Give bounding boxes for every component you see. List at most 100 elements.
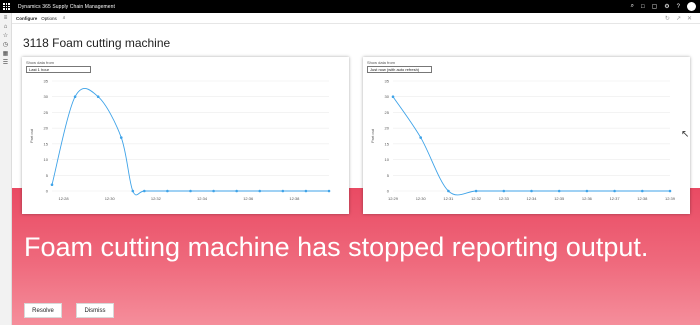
y-tick-label: 20 [385,126,390,131]
y-tick-label: 25 [44,110,49,115]
y-tick-label: 25 [385,110,390,115]
resolve-button[interactable]: Resolve [24,303,62,318]
dismiss-button[interactable]: Dismiss [76,303,114,318]
time-range-select[interactable]: Last 1 hour [26,66,91,73]
data-point [304,189,308,193]
data-point [419,136,422,139]
data-point [613,189,616,193]
x-tick-label: 12:35 [554,196,565,201]
x-tick-label: 12:32 [151,196,162,201]
y-tick-label: 35 [385,79,390,84]
x-tick-label: 12:31 [443,196,454,201]
y-tick-label: 30 [385,94,390,99]
data-point [641,189,644,193]
y-tick-label: 15 [44,141,49,146]
data-point [131,189,135,193]
data-point [166,189,169,193]
command-bar: Configure Options ⌕ [12,13,700,24]
x-tick-label: 12:38 [289,196,300,201]
y-axis-label: Part out [29,128,34,143]
workspaces-icon[interactable]: ▦ [0,49,11,58]
chat-icon[interactable]: ▢ [652,3,658,10]
data-point [391,95,395,99]
modules-icon[interactable]: ☰ [0,58,11,67]
data-point [447,189,450,193]
data-point [235,189,238,193]
data-point [281,189,285,193]
data-point [585,189,589,193]
x-tick-label: 12:38 [637,196,648,201]
data-point [502,189,506,193]
chart-card-last-hour: 0 5 10 15 20 25 30 35 Part out 12:28 12:30 12:32 12:… [22,57,349,214]
x-tick-label: 12:36 [582,196,593,201]
y-tick-label: 30 [44,94,49,99]
search-icon[interactable]: ⌕ [63,15,66,21]
data-point [474,189,478,193]
data-point [258,189,262,193]
x-tick-label: 12:37 [610,196,621,201]
hamburger-icon[interactable]: ≡ [0,13,11,22]
data-point [668,189,672,193]
y-tick-label: 0 [387,189,390,194]
x-tick-label: 12:32 [471,196,482,201]
y-axis-label: Part out [370,128,375,143]
left-nav: ≡ ⌂ ☆ ◷ ▦ ☰ [0,13,12,325]
data-point [96,95,100,99]
options-menu[interactable]: Options [41,16,57,21]
y-tick-label: 0 [46,189,49,194]
y-tick-label: 20 [44,126,49,131]
top-bar: Dynamics 365 Supply Chain Management ⌕ □… [0,0,700,13]
y-tick-label: 10 [44,157,49,162]
y-tick-label: 15 [385,141,390,146]
x-tick-label: 12:30 [416,196,427,201]
data-point [212,189,215,193]
popout-icon[interactable]: ↗ [676,15,681,22]
y-tick-label: 5 [46,173,49,178]
app-window: Dynamics 365 Supply Chain Management ⌕ □… [0,0,700,325]
x-tick-label: 12:34 [197,196,208,201]
page-title: 3118 Foam cutting machine [23,36,171,50]
search-icon[interactable]: ⌕ [631,3,634,10]
mouse-cursor-icon: ↖ [681,129,690,140]
chart-card-just-now: 0 5 10 15 20 25 30 35 Part out 12:29 12:30 12:31 12:… [363,57,690,214]
x-tick-label: 12:34 [526,196,537,201]
page-actions: ↻ ↗ ✕ [665,15,692,22]
data-point [189,189,192,193]
output-chart-just-now: 0 5 10 15 20 25 30 35 Part out 12:29 12:30 12:31 12:… [370,79,676,202]
show-data-label: Show data from [367,60,396,65]
data-point [143,189,146,193]
alert-message: Foam cutting machine has stopped reporti… [24,232,649,262]
data-point [50,183,54,187]
bell-icon[interactable]: □ [641,4,645,10]
refresh-icon[interactable]: ↻ [665,15,670,22]
time-range-select[interactable]: Just now (with auto refresh) [367,66,432,73]
x-tick-label: 12:36 [243,196,254,201]
x-tick-label: 12:30 [105,196,116,201]
output-chart-last-hour: 0 5 10 15 20 25 30 35 Part out 12:28 12:30 12:32 12:… [29,79,331,201]
star-icon[interactable]: ☆ [0,31,11,40]
data-point [119,136,123,139]
app-title: Dynamics 365 Supply Chain Management [18,3,115,10]
x-tick-label: 12:28 [59,196,70,201]
avatar[interactable] [687,2,696,11]
y-tick-label: 35 [44,79,49,84]
home-icon[interactable]: ⌂ [0,22,11,31]
configure-menu[interactable]: Configure [16,16,37,21]
x-tick-label: 12:33 [499,196,510,201]
series-line [51,88,329,196]
y-tick-label: 5 [387,173,390,178]
show-data-label: Show data from [26,60,55,65]
x-tick-label: 12:39 [665,196,676,201]
data-point [327,189,331,193]
clock-icon[interactable]: ◷ [0,40,11,49]
data-point [557,189,561,193]
app-launcher-icon[interactable] [0,0,13,13]
x-tick-label: 12:29 [388,196,399,201]
data-point [530,189,533,193]
y-tick-label: 10 [385,157,390,162]
close-icon[interactable]: ✕ [687,15,692,22]
help-icon[interactable]: ? [677,4,680,10]
gear-icon[interactable]: ⚙ [664,3,669,10]
data-point [73,95,77,99]
series-line [392,96,670,196]
